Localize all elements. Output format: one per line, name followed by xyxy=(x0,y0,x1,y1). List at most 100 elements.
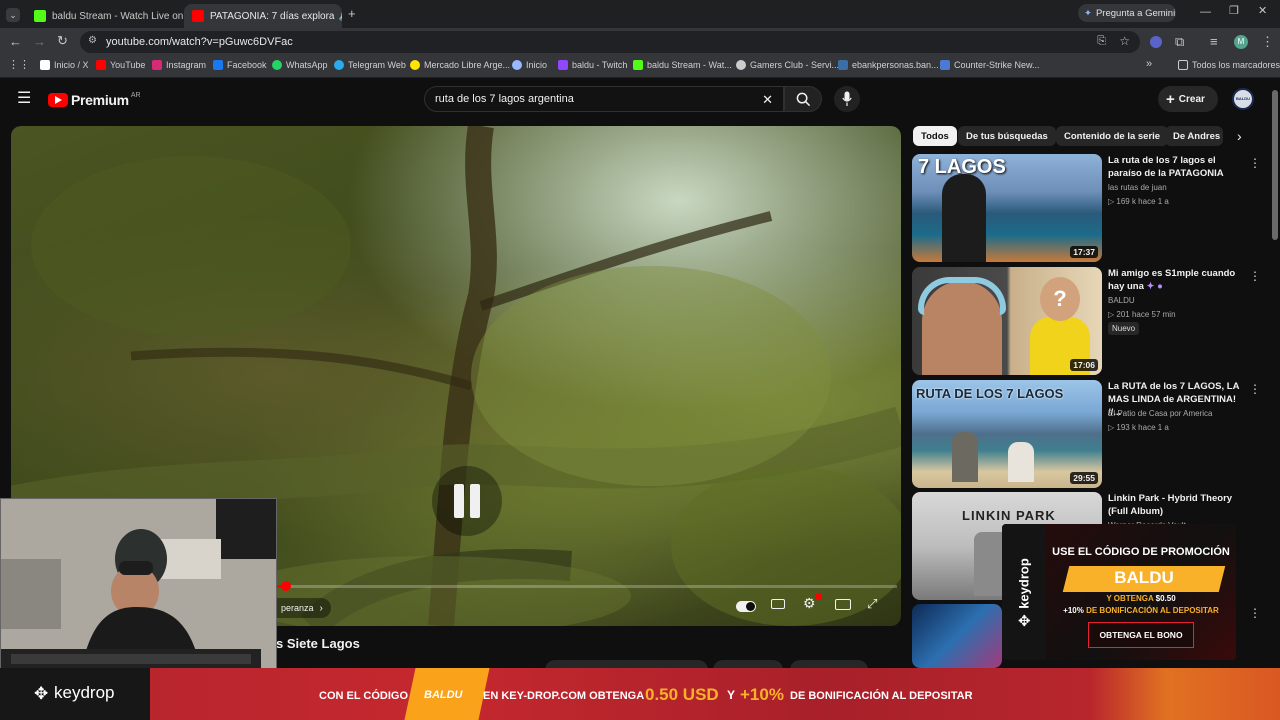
subtitles-icon[interactable] xyxy=(771,599,785,609)
bookmark-mercadolibre[interactable]: Mercado Libre Arge... xyxy=(410,60,510,70)
bookmark-counterstrike[interactable]: Counter-Strike New... xyxy=(940,60,1040,70)
bank-icon xyxy=(838,60,848,70)
bookmark-facebook[interactable]: Facebook xyxy=(213,60,267,70)
channel-name[interactable]: El Patio de Casa por America xyxy=(1108,409,1248,418)
browser-toolbar: ← → ↻ ⚙ youtube.com/watch?v=pGuwc6DVFac … xyxy=(0,28,1280,56)
youtube-premium-logo[interactable]: Premium AR xyxy=(48,92,141,108)
address-bar[interactable]: ⚙ youtube.com/watch?v=pGuwc6DVFac ⎘ ☆ xyxy=(80,31,1140,53)
get-bonus-button[interactable]: OBTENGA EL BONO xyxy=(1088,622,1194,648)
chevron-right-icon[interactable]: › xyxy=(1237,128,1242,144)
forward-icon[interactable]: → xyxy=(33,35,46,48)
extension-icon[interactable] xyxy=(1150,36,1162,48)
bookmark-ebank[interactable]: ebankpersonas.ban... xyxy=(838,60,939,70)
chip-de-andres[interactable]: De Andres J xyxy=(1165,126,1223,146)
close-window-icon[interactable]: ✕ xyxy=(1258,6,1267,17)
channel-name[interactable]: las rutas de juan xyxy=(1108,183,1248,192)
youtube-icon xyxy=(96,60,106,70)
install-app-icon[interactable]: ⎘ xyxy=(1097,35,1106,48)
profile-avatar[interactable]: M xyxy=(1234,35,1248,49)
settings-gear-icon[interactable]: ⚙ xyxy=(803,595,816,612)
tab-baldu-stream[interactable]: baldu Stream - Watch Live on K ✕ xyxy=(26,4,186,28)
minimize-icon[interactable]: — xyxy=(1200,7,1211,18)
autoplay-toggle[interactable] xyxy=(736,601,756,612)
new-badge: Nuevo xyxy=(1108,322,1140,335)
tab-patagonia[interactable]: PATAGONIA: 7 días explora 🔊 ✕ xyxy=(184,4,342,28)
video-title[interactable]: La ruta de los 7 lagos el paraíso de la … xyxy=(1108,154,1246,180)
hamburger-menu-icon[interactable]: ☰ xyxy=(17,91,31,107)
more-bookmarks-icon[interactable]: » xyxy=(1146,59,1152,70)
create-button[interactable]: + Crear xyxy=(1158,86,1218,112)
restore-icon[interactable]: ❐ xyxy=(1229,6,1239,17)
scrubber-handle[interactable] xyxy=(281,581,291,591)
back-icon[interactable]: ← xyxy=(9,35,22,48)
video-thumbnail[interactable]: RUTA DE LOS 7 LAGOS 29:55 xyxy=(912,380,1102,488)
bookmark-youtube[interactable]: YouTube xyxy=(96,60,145,70)
bookmark-label: YouTube xyxy=(110,60,146,70)
bookmark-label: Inicio xyxy=(526,60,548,70)
search-input[interactable]: ruta de los 7 lagos argentina ✕ xyxy=(424,86,784,112)
chapter-button[interactable]: peranza › xyxy=(269,598,331,618)
reload-icon[interactable]: ↻ xyxy=(57,34,68,47)
search-button[interactable] xyxy=(784,86,822,112)
gemini-button[interactable]: ✦ Pregunta a Gemini xyxy=(1078,4,1176,22)
bookmark-x[interactable]: Inicio / X xyxy=(40,60,89,70)
audio-playing-icon[interactable]: 🔊 xyxy=(339,11,343,22)
page-scrollbar[interactable] xyxy=(1272,90,1278,240)
presenter-figure xyxy=(942,174,986,262)
person-figure xyxy=(1008,442,1034,482)
voice-search-button[interactable] xyxy=(834,86,860,112)
bookmark-label: Counter-Strike New... xyxy=(954,60,1040,70)
new-tab-icon[interactable]: + xyxy=(348,7,356,20)
promo-line1-a: Y OBTENGA xyxy=(1106,594,1156,603)
channel-name[interactable]: BALDU xyxy=(1108,296,1248,305)
apps-grid-icon[interactable]: ⋮⋮ xyxy=(8,60,30,71)
recommendation-card[interactable]: 7 LAGOS 17:37 La ruta de los 7 lagos el … xyxy=(912,154,1262,262)
recommendation-card[interactable]: RUTA DE LOS 7 LAGOS 29:55 La RUTA de los… xyxy=(912,380,1262,488)
channel-avatar[interactable]: BALDU xyxy=(1232,88,1254,110)
pause-button[interactable] xyxy=(432,466,502,536)
url-text: youtube.com/watch?v=pGuwc6DVFac xyxy=(106,36,293,48)
more-options-icon[interactable]: ⋮ xyxy=(1249,156,1261,170)
more-options-icon[interactable]: ⋮ xyxy=(1249,606,1261,620)
video-thumbnail[interactable]: 7 LAGOS 17:37 xyxy=(912,154,1102,262)
chip-todos[interactable]: Todos xyxy=(913,126,957,146)
bookmark-inicio[interactable]: Inicio xyxy=(512,60,547,70)
banner-code: BALDU xyxy=(424,689,463,701)
youtube-favicon-icon xyxy=(192,10,204,22)
browser-menu-icon[interactable]: ⋮ xyxy=(1261,35,1274,48)
promo-brand-strip: ✥ keydrop xyxy=(1002,524,1046,660)
bookmark-gamersclub[interactable]: Gamers Club - Servi... xyxy=(736,60,839,70)
keydrop-logo-icon: ✥ xyxy=(34,684,49,703)
extensions-puzzle-icon[interactable]: ⧉ xyxy=(1175,35,1184,48)
chip-de-tus-busquedas[interactable]: De tus búsquedas xyxy=(958,126,1056,146)
video-title[interactable]: Mi amigo es S1mple cuando hay una ✦ ● xyxy=(1108,267,1246,293)
promo-line1-b: $0.50 xyxy=(1155,594,1176,603)
tab-label: PATAGONIA: 7 días explora xyxy=(210,10,335,22)
all-bookmarks-folder[interactable]: Todos los marcadores xyxy=(1178,60,1280,70)
tab-search-icon[interactable]: ⌄ xyxy=(6,8,20,22)
progress-bar[interactable] xyxy=(277,581,897,591)
bookmark-label: Todos los marcadores xyxy=(1192,60,1280,70)
chip-contenido-serie[interactable]: Contenido de la serie xyxy=(1056,126,1169,146)
video-title-text: Mi amigo es S1mple cuando hay una xyxy=(1108,268,1236,292)
bookmark-kick[interactable]: baldu Stream - Wat... xyxy=(633,60,732,70)
more-options-icon[interactable]: ⋮ xyxy=(1249,269,1261,283)
bookmark-instagram[interactable]: Instagram xyxy=(152,60,206,70)
fullscreen-icon[interactable]: ⤢ xyxy=(867,596,877,612)
clear-search-icon[interactable]: ✕ xyxy=(762,92,773,108)
folder-icon xyxy=(1178,60,1188,70)
theater-mode-icon[interactable] xyxy=(835,599,851,610)
recommendation-card[interactable]: ? 17:06 Mi amigo es S1mple cuando hay un… xyxy=(912,267,1262,375)
bookmarks-bar: ⋮⋮ Inicio / X YouTube Instagram Facebook… xyxy=(0,56,1280,78)
video-title[interactable]: Linkin Park - Hybrid Theory (Full Album) xyxy=(1108,492,1246,518)
video-thumbnail[interactable]: ? 17:06 xyxy=(912,267,1102,375)
video-duration: 29:55 xyxy=(1070,472,1098,484)
video-thumbnail[interactable] xyxy=(912,604,1002,668)
site-info-icon[interactable]: ⚙ xyxy=(88,35,97,46)
bookmark-star-icon[interactable]: ☆ xyxy=(1119,34,1130,48)
bookmark-whatsapp[interactable]: WhatsApp xyxy=(272,60,328,70)
media-control-icon[interactable]: ≡ xyxy=(1210,35,1218,48)
bookmark-twitch[interactable]: baldu - Twitch xyxy=(558,60,627,70)
bookmark-telegram[interactable]: Telegram Web xyxy=(334,60,406,70)
more-options-icon[interactable]: ⋮ xyxy=(1249,382,1261,396)
